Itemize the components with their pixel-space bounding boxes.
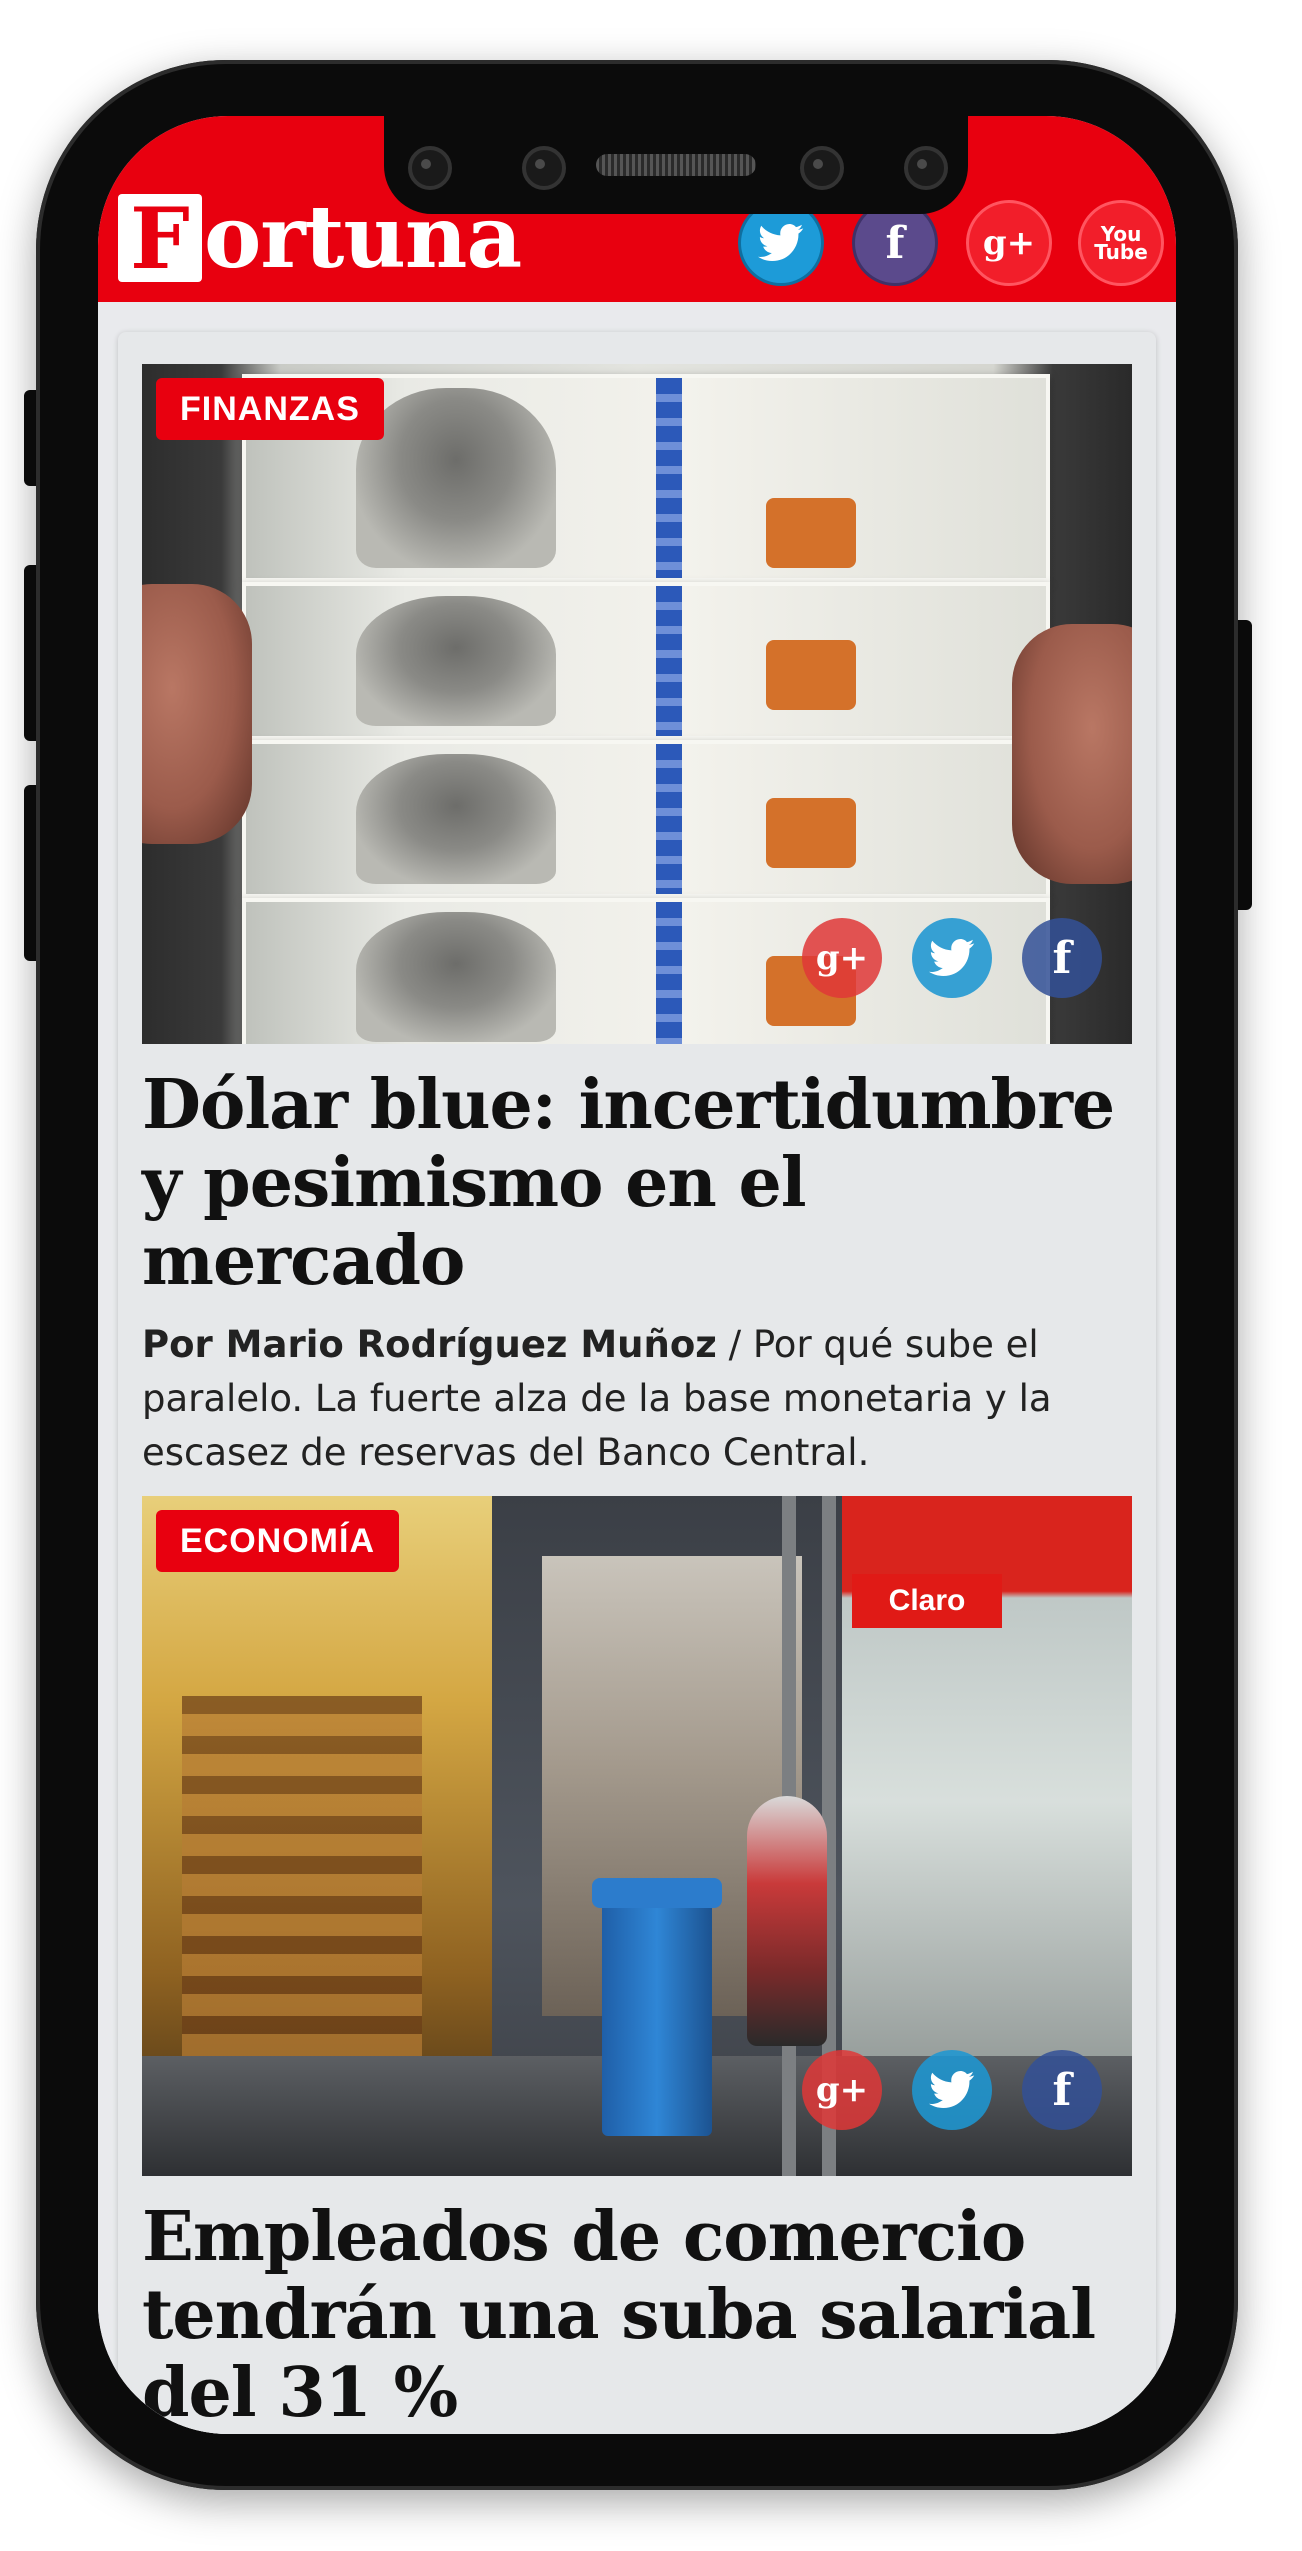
share-facebook-button[interactable]: f xyxy=(1022,918,1102,998)
author-separator: / xyxy=(716,1323,753,1366)
right-hand xyxy=(1012,624,1132,884)
banknote xyxy=(242,740,1050,898)
twitter-bird-icon xyxy=(758,224,804,262)
trash-bin xyxy=(592,1878,722,2136)
article-title[interactable]: Dólar blue: incertidumbre y pesimismo en… xyxy=(142,1066,1132,1300)
category-badge[interactable]: ECONOMÍA xyxy=(156,1510,399,1572)
news-feed: FINANZAS g+ f Dólar blue: incertidumbre … xyxy=(98,302,1176,2434)
light-sensor-icon xyxy=(904,146,948,190)
phone-notch xyxy=(384,116,968,214)
proximity-sensor-icon xyxy=(800,146,844,190)
banknote-security-strip xyxy=(656,586,682,736)
twitter-bird-icon xyxy=(929,2071,975,2109)
article-card[interactable]: FINANZAS g+ f Dólar blue: incertidumbre … xyxy=(142,364,1132,1480)
banknote xyxy=(242,582,1050,740)
googleplus-icon: g+ xyxy=(982,223,1036,263)
left-hand xyxy=(142,584,252,844)
banknote-security-strip xyxy=(656,744,682,894)
sensor-icon xyxy=(522,146,566,190)
front-camera-icon xyxy=(408,146,452,190)
pedestrian xyxy=(747,1796,827,2046)
share-twitter-button[interactable] xyxy=(912,918,992,998)
banknote-bell xyxy=(766,798,856,868)
phone-frame: F ortuna f g+ You Tube FINANZAS g+ f Dól… xyxy=(36,60,1238,2490)
banknote-portrait xyxy=(356,388,556,568)
youtube-button[interactable]: You Tube xyxy=(1078,200,1164,286)
banknote-security-strip xyxy=(656,378,682,578)
article-card[interactable]: Claro ECONOMÍA g+ f Empleados de comerci… xyxy=(142,1496,1132,2432)
news-card-list: FINANZAS g+ f Dólar blue: incertidumbre … xyxy=(118,332,1156,2434)
facebook-icon: f xyxy=(1052,932,1072,984)
banknote-bell xyxy=(766,640,856,710)
banknote-bell xyxy=(766,498,856,568)
twitter-bird-icon xyxy=(929,939,975,977)
earpiece-speaker xyxy=(596,154,756,176)
banknote-portrait xyxy=(356,596,556,726)
category-badge[interactable]: FINANZAS xyxy=(156,378,384,440)
banknote-portrait xyxy=(356,912,556,1042)
article-image[interactable]: Claro ECONOMÍA g+ f xyxy=(142,1496,1132,2176)
banknote-portrait xyxy=(356,754,556,884)
banknote-security-strip xyxy=(656,902,682,1044)
share-googleplus-button[interactable]: g+ xyxy=(802,2050,882,2130)
googleplus-icon: g+ xyxy=(815,2070,869,2110)
logo-letter-box: F xyxy=(118,194,202,284)
phone-screen: F ortuna f g+ You Tube FINANZAS g+ f Dól… xyxy=(98,116,1176,2434)
article-author[interactable]: Por Mario Rodríguez Muñoz xyxy=(142,1323,717,1366)
article-image[interactable]: FINANZAS g+ f xyxy=(142,364,1132,1044)
facebook-icon: f xyxy=(1052,2064,1072,2116)
googleplus-button[interactable]: g+ xyxy=(966,200,1052,286)
googleplus-icon: g+ xyxy=(815,938,869,978)
youtube-icon-bottom: Tube xyxy=(1094,240,1148,264)
article-summary: Por Mario Rodríguez Muñoz / Por qué sube… xyxy=(142,1318,1132,1480)
article-title[interactable]: Empleados de comercio tendrán una suba s… xyxy=(142,2198,1132,2432)
share-facebook-button[interactable]: f xyxy=(1022,2050,1102,2130)
facebook-icon: f xyxy=(885,217,905,269)
shop-sign: Claro xyxy=(852,1574,1002,1628)
share-googleplus-button[interactable]: g+ xyxy=(802,918,882,998)
share-twitter-button[interactable] xyxy=(912,2050,992,2130)
